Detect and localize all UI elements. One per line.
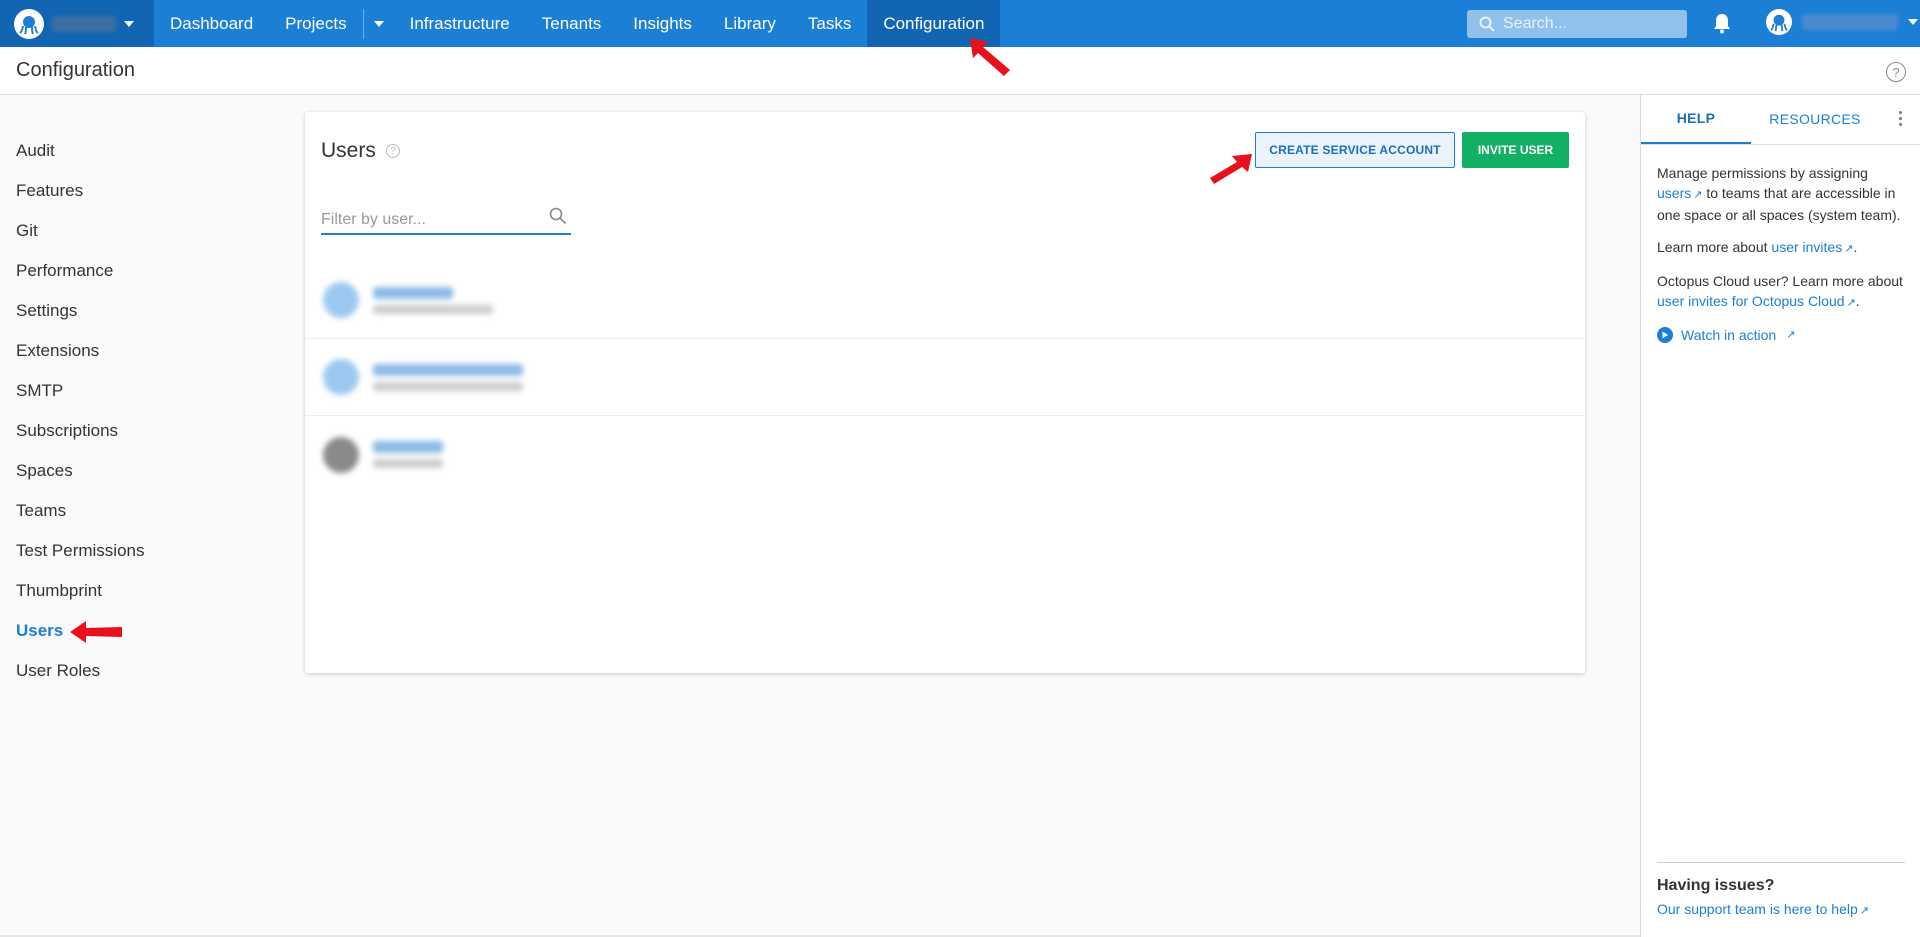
issues-title: Having issues?: [1657, 877, 1775, 894]
sidebar-item-teams[interactable]: Teams: [0, 491, 200, 531]
user-invites-cloud-link[interactable]: user invites for Octopus Cloud: [1657, 293, 1845, 309]
user-invites-link[interactable]: user invites: [1771, 239, 1842, 255]
more-options-icon[interactable]: [1899, 111, 1902, 126]
tab-resources[interactable]: RESOURCES: [1751, 94, 1879, 144]
space-switcher[interactable]: [0, 0, 154, 47]
avatar: [1766, 9, 1792, 35]
page-header: Configuration ?: [0, 47, 1920, 95]
page-title: Configuration: [16, 59, 135, 81]
chevron-down-icon: [124, 20, 134, 27]
nav-insights[interactable]: Insights: [617, 0, 708, 47]
config-sidebar: Audit Features Git Performance Settings …: [0, 131, 200, 691]
help-paragraph: Octopus Cloud user? Learn more about use…: [1657, 271, 1904, 313]
nav-tasks[interactable]: Tasks: [792, 0, 867, 47]
user-name-redacted: [1802, 14, 1898, 30]
global-search-input[interactable]: Search...: [1467, 10, 1687, 38]
annotation-arrow-icon: [970, 38, 1010, 76]
external-link-icon: ↗: [1859, 905, 1869, 917]
avatar: [323, 359, 359, 395]
users-link[interactable]: users: [1657, 185, 1691, 201]
sidebar-item-features[interactable]: Features: [0, 171, 200, 211]
help-panel: HELP RESOURCES Manage permissions by ass…: [1640, 95, 1920, 937]
sidebar-item-test-permissions[interactable]: Test Permissions: [0, 531, 200, 571]
support-link[interactable]: Our support team is here to help ↗: [1657, 901, 1905, 917]
external-link-icon: ↗: [1846, 297, 1856, 309]
octopus-logo-icon: [14, 8, 44, 39]
sidebar-item-extensions[interactable]: Extensions: [0, 331, 200, 371]
help-paragraph: Learn more about user invites ↗.: [1657, 237, 1904, 259]
chevron-down-icon: [373, 20, 384, 27]
avatar: [323, 436, 359, 473]
sidebar-item-spaces[interactable]: Spaces: [0, 451, 200, 491]
sidebar-item-settings[interactable]: Settings: [0, 291, 200, 331]
filter-by-user-input[interactable]: [321, 211, 541, 229]
play-icon: [1657, 327, 1673, 343]
annotation-arrow-icon: [70, 621, 122, 643]
table-row[interactable]: [305, 339, 1585, 416]
invite-user-button[interactable]: INVITE USER: [1462, 132, 1569, 168]
users-title: Users: [321, 139, 376, 162]
table-row[interactable]: [305, 416, 1585, 493]
having-issues-section: Having issues? Our support team is here …: [1657, 862, 1905, 917]
sidebar-item-thumbprint[interactable]: Thumbprint: [0, 571, 200, 611]
create-service-account-button[interactable]: CREATE SERVICE ACCOUNT: [1255, 132, 1455, 168]
nav-projects[interactable]: Projects: [269, 0, 362, 47]
nav-library[interactable]: Library: [708, 0, 792, 47]
sidebar-item-user-roles[interactable]: User Roles: [0, 651, 200, 691]
nav-infrastructure[interactable]: Infrastructure: [394, 0, 526, 47]
table-row[interactable]: [305, 262, 1585, 339]
search-placeholder: Search...: [1503, 15, 1568, 32]
sidebar-item-git[interactable]: Git: [0, 211, 200, 251]
watch-in-action-link[interactable]: Watch in action ↗: [1657, 325, 1904, 345]
notification-bell-icon[interactable]: [1712, 12, 1732, 39]
sidebar-item-smtp[interactable]: SMTP: [0, 371, 200, 411]
users-card: Users ? CREATE SERVICE ACCOUNT INVITE US…: [305, 112, 1585, 673]
avatar: [323, 282, 359, 318]
help-icon[interactable]: ?: [385, 144, 400, 158]
nav-tenants[interactable]: Tenants: [526, 0, 618, 47]
external-link-icon: ↗: [1786, 329, 1796, 341]
watch-label: Watch in action: [1681, 327, 1777, 343]
projects-dropdown-button[interactable]: [364, 0, 394, 47]
help-paragraph: Manage permissions by assigning users ↗ t…: [1657, 165, 1901, 223]
nav-dashboard[interactable]: Dashboard: [154, 0, 269, 47]
help-icon[interactable]: ?: [1886, 62, 1906, 82]
sidebar-item-audit[interactable]: Audit: [0, 131, 200, 171]
search-icon: [549, 207, 567, 225]
sidebar-item-subscriptions[interactable]: Subscriptions: [0, 411, 200, 451]
filter-users: [321, 207, 571, 235]
top-navigation: Dashboard Projects Infrastructure Tenant…: [0, 0, 1920, 47]
sidebar-item-performance[interactable]: Performance: [0, 251, 200, 291]
space-name-redacted: [52, 15, 116, 32]
tab-help[interactable]: HELP: [1641, 94, 1751, 144]
annotation-arrow-icon: [1210, 154, 1252, 184]
chevron-down-icon: [1908, 19, 1918, 25]
user-menu[interactable]: [1766, 9, 1918, 35]
search-icon: [1479, 16, 1495, 32]
